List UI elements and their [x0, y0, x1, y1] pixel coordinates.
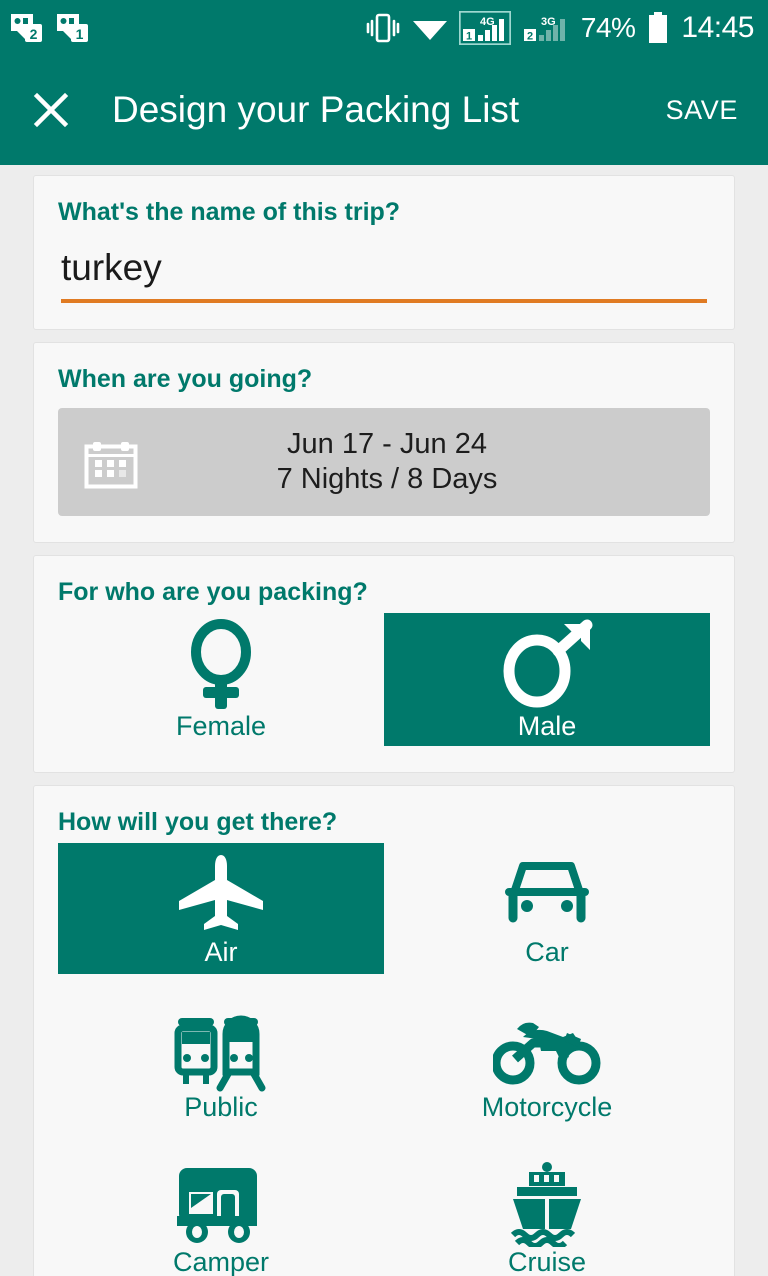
transport-option-label: Car — [525, 937, 569, 967]
date-range-label: Jun 17 - Jun 24 — [287, 427, 487, 460]
transport-option-label: Camper — [172, 1247, 270, 1276]
gender-label: For who are you packing? — [58, 578, 368, 606]
transport-option-label: Motorcycle — [481, 1092, 613, 1122]
cruise-ship-icon — [501, 1161, 593, 1247]
transport-option-public[interactable]: Public — [58, 998, 384, 1129]
airplane-icon — [173, 851, 269, 937]
trip-name-input-wrapper — [61, 233, 707, 303]
page-title: Design your Packing List — [112, 89, 520, 130]
transport-option-air[interactable]: Air — [58, 843, 384, 974]
wifi-icon — [412, 13, 448, 43]
gender-option-male[interactable]: Male — [384, 613, 710, 746]
car-icon — [501, 851, 593, 937]
transport-option-label: Public — [184, 1092, 258, 1122]
vibrate-icon — [365, 12, 401, 44]
transport-card: How will you get there? Air Car Public M… — [33, 785, 735, 1276]
chat-badge-icon: 2 — [10, 12, 44, 44]
sim2-signal-icon: 3G 2 — [522, 11, 570, 45]
calendar-icon — [80, 431, 142, 493]
trip-dates-card: When are you going? Jun 17 - Jun 24 7 Ni… — [33, 342, 735, 543]
bus-train-icon — [172, 1006, 270, 1092]
battery-icon — [646, 11, 670, 45]
battery-percent-label: 74% — [580, 11, 636, 43]
motorcycle-icon — [493, 1006, 601, 1092]
status-bar-indicators: 4G 1 3G 2 74% 14:45 — [365, 10, 754, 45]
gender-options: Female Male — [58, 613, 710, 746]
save-button[interactable]: SAVE — [662, 87, 742, 134]
transport-option-label: Air — [204, 937, 238, 967]
trip-name-card: What's the name of this trip? — [33, 175, 735, 330]
camper-icon — [173, 1161, 269, 1247]
gender-option-label: Female — [175, 711, 267, 741]
transport-option-cruise[interactable]: Cruise — [384, 1153, 710, 1276]
transport-option-label: Cruise — [507, 1247, 587, 1276]
date-duration-label: 7 Nights / 8 Days — [276, 463, 498, 495]
app-screen: 2 1 4G 1 3G 2 74% 14:45 Design your Pack… — [0, 0, 768, 1276]
trip-name-label: What's the name of this trip? — [58, 198, 401, 226]
trip-name-input[interactable] — [61, 241, 707, 303]
transport-option-camper[interactable]: Camper — [58, 1153, 384, 1276]
date-range-text: Jun 17 - Jun 24 7 Nights / 8 Days — [142, 427, 688, 498]
svg-text:1: 1 — [76, 26, 84, 42]
chat-badge-icon: 1 — [56, 12, 90, 44]
svg-text:2: 2 — [30, 26, 38, 42]
transport-option-car[interactable]: Car — [384, 843, 710, 974]
female-symbol-icon — [183, 619, 259, 711]
svg-text:2: 2 — [527, 30, 533, 42]
svg-text:1: 1 — [466, 30, 472, 42]
form-content: What's the name of this trip? When are y… — [0, 175, 768, 1276]
gender-option-female[interactable]: Female — [58, 613, 384, 746]
transport-label: How will you get there? — [58, 808, 338, 836]
trip-dates-label: When are you going? — [58, 365, 313, 393]
status-bar-notifications: 2 1 — [10, 12, 90, 44]
transport-options: Air Car Public Motorcycle Camper Cruise — [58, 843, 710, 1276]
gender-option-label: Male — [517, 711, 577, 741]
app-bar: Design your Packing List SAVE — [0, 55, 768, 165]
male-symbol-icon — [492, 619, 602, 711]
close-icon[interactable] — [26, 85, 76, 135]
date-picker-button[interactable]: Jun 17 - Jun 24 7 Nights / 8 Days — [58, 408, 710, 516]
gender-card: For who are you packing? Female Male — [33, 555, 735, 773]
status-bar: 2 1 4G 1 3G 2 74% 14:45 — [0, 0, 768, 55]
sim1-signal-icon: 4G 1 — [458, 10, 511, 45]
transport-option-motorcycle[interactable]: Motorcycle — [384, 998, 710, 1129]
status-bar-clock: 14:45 — [681, 10, 754, 44]
